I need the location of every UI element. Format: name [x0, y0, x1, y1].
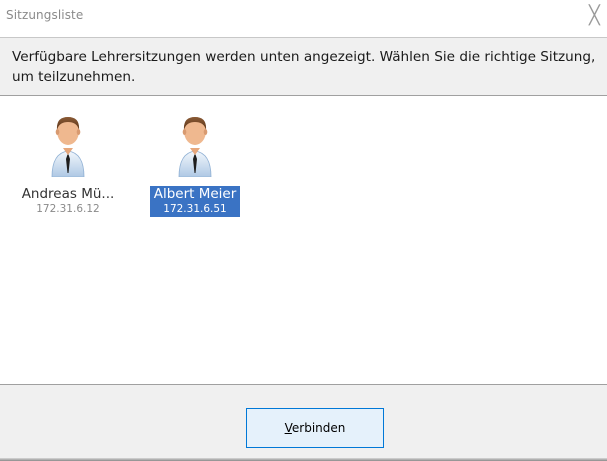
- session-name: Andreas Mü...: [21, 186, 115, 202]
- session-list: Andreas Mü... 172.31.6.12 Albert Meier 1…: [0, 97, 607, 384]
- session-ip: 172.31.6.12: [36, 203, 100, 215]
- session-ip: 172.31.6.51: [163, 203, 227, 215]
- teacher-avatar-icon: [178, 117, 212, 177]
- connect-label: erbinden: [291, 421, 346, 435]
- session-label: Andreas Mü... 172.31.6.12: [18, 186, 119, 217]
- instructions-text: Verfügbare Lehrersitzungen werden unten …: [12, 49, 596, 85]
- session-list-dialog: Sitzungsliste ╳ Verfügbare Lehrersitzung…: [0, 0, 607, 461]
- session-label: Albert Meier 172.31.6.51: [149, 186, 241, 217]
- session-item-albert[interactable]: Albert Meier 172.31.6.51: [143, 115, 247, 217]
- teacher-avatar-icon: [51, 117, 85, 177]
- title-bar: Sitzungsliste ╳: [0, 0, 607, 32]
- session-item-andreas[interactable]: Andreas Mü... 172.31.6.12: [16, 115, 120, 217]
- instructions-panel: Verfügbare Lehrersitzungen werden unten …: [0, 37, 607, 96]
- dialog-footer: Verbinden: [0, 384, 607, 461]
- connect-accelerator: V: [284, 421, 292, 435]
- close-icon[interactable]: ╳: [589, 2, 607, 30]
- session-name: Albert Meier: [153, 186, 237, 202]
- window-title: Sitzungsliste: [6, 8, 84, 22]
- connect-button[interactable]: Verbinden: [246, 408, 384, 448]
